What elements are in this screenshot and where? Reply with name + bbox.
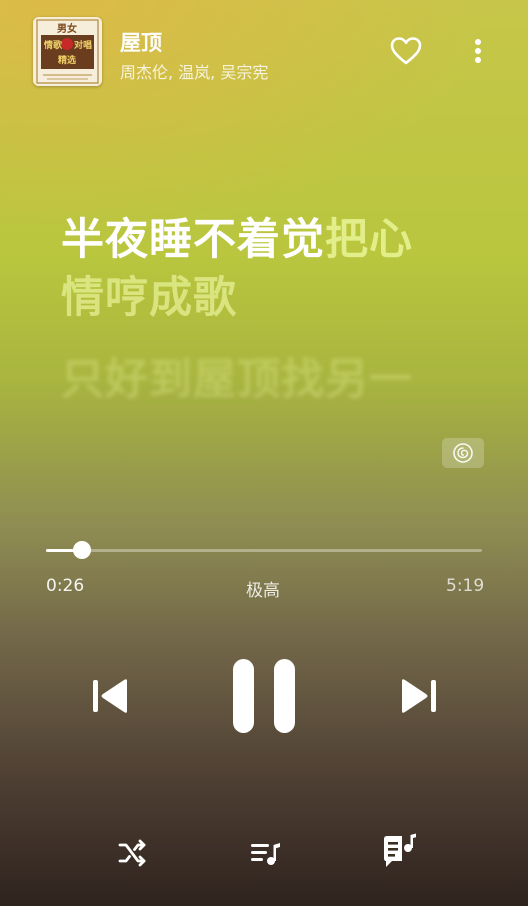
cover-text-1: 男女 bbox=[57, 22, 77, 35]
cover-text-4: 精选 bbox=[58, 54, 76, 66]
cover-text-2: 情歌 bbox=[43, 39, 63, 51]
album-cover-art: 男女 情歌 对唱 精选 bbox=[33, 17, 102, 86]
lyric-unsung-part: 把心 bbox=[325, 215, 413, 265]
current-time: 0:26 bbox=[46, 576, 85, 596]
lyrics-icon[interactable] bbox=[381, 832, 419, 870]
skip-previous-icon[interactable] bbox=[91, 677, 131, 715]
song-artists[interactable]: 周杰伦, 温岚, 吴宗宪 bbox=[120, 59, 268, 83]
lyric-current-line[interactable]: 半夜睡不着觉把心 bbox=[61, 205, 413, 267]
player-header: 男女 情歌 对唱 精选 屋顶 周杰伦, 温岚, 吴宗宪 bbox=[0, 0, 528, 100]
album-cover[interactable]: 男女 情歌 对唱 精选 bbox=[33, 17, 102, 86]
heart-icon[interactable] bbox=[390, 36, 422, 66]
pause-icon[interactable] bbox=[230, 656, 298, 736]
netease-logo-icon[interactable] bbox=[442, 438, 484, 468]
progress-knob[interactable] bbox=[72, 541, 91, 559]
shuffle-icon[interactable] bbox=[115, 836, 149, 870]
playlist-icon[interactable] bbox=[249, 836, 283, 870]
lyric-after-line[interactable]: 只好到屋顶找另一 bbox=[61, 345, 413, 407]
total-time: 5:19 bbox=[446, 576, 485, 596]
lyric-sung-part: 半夜睡不着觉 bbox=[61, 215, 325, 265]
cover-text-3: 对唱 bbox=[74, 39, 92, 51]
lyric-next-line[interactable]: 情哼成歌 bbox=[61, 263, 237, 325]
progress-bar[interactable] bbox=[46, 541, 482, 559]
song-title: 屋顶 bbox=[120, 31, 162, 55]
more-vertical-icon[interactable] bbox=[466, 38, 490, 66]
quality-selector[interactable]: 极高 bbox=[246, 576, 280, 601]
skip-next-icon[interactable] bbox=[398, 677, 438, 715]
